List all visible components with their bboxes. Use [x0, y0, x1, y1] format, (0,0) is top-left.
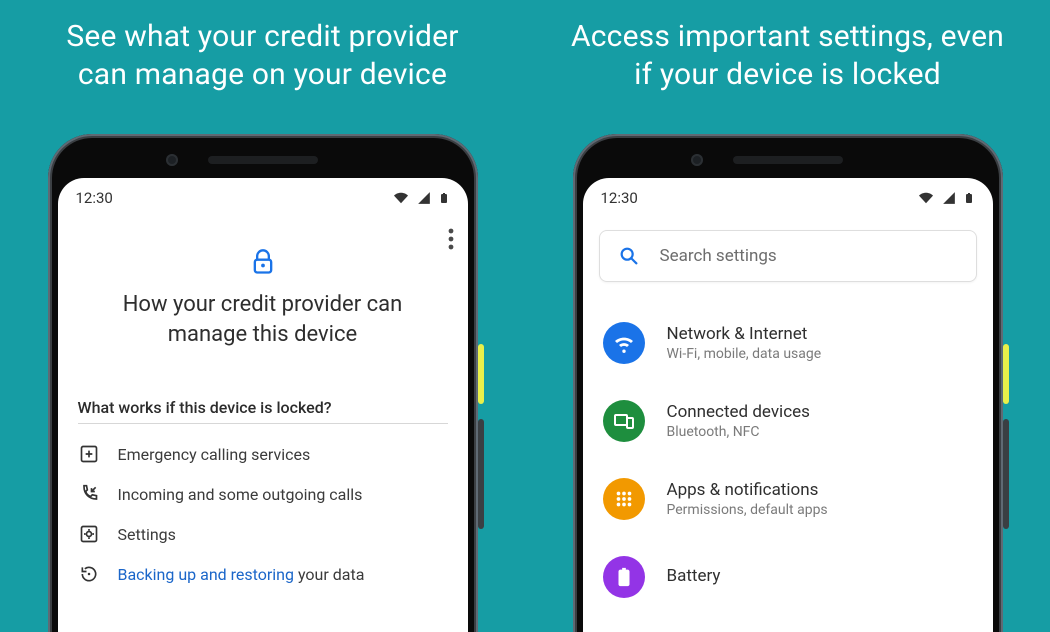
search-icon: [618, 245, 640, 267]
item-title: Battery: [667, 566, 721, 586]
restore-icon: [78, 564, 100, 584]
locked-feature-item: Backing up and restoring your data: [78, 554, 448, 594]
status-time: 12:30: [601, 189, 638, 207]
locked-feature-item: Settings: [78, 514, 448, 554]
headline-right: Access important settings, even if your …: [568, 18, 1008, 94]
page-title: How your credit provider can manage this…: [103, 290, 423, 350]
item-label: Backing up and restoring your data: [118, 565, 365, 584]
item-title: Apps & notifications: [667, 480, 828, 500]
status-time: 12:30: [76, 189, 113, 207]
lock-icon: [249, 246, 277, 278]
battery-status-icon: [963, 189, 975, 207]
item-subtitle: Bluetooth, NFC: [667, 424, 810, 440]
headline-left: See what your credit provider can manage…: [43, 18, 483, 94]
settings-item-apps[interactable]: Apps & notifications Permissions, defaul…: [599, 460, 977, 538]
item-label: Incoming and some outgoing calls: [118, 485, 363, 504]
phone-frame-left: 12:30 How your credit pr: [48, 134, 478, 632]
phone-frame-right: 12:30 Search settings: [573, 134, 1003, 632]
status-bar: 12:30: [583, 178, 993, 218]
search-placeholder: Search settings: [660, 246, 777, 266]
hospital-icon: [78, 444, 100, 464]
item-title: Connected devices: [667, 402, 810, 422]
wifi-status-icon: [392, 191, 410, 205]
more-options-button[interactable]: [448, 228, 454, 254]
battery-icon: [603, 556, 645, 598]
wifi-status-icon: [917, 191, 935, 205]
locked-feature-item: Incoming and some outgoing calls: [78, 474, 448, 514]
settings-item-network[interactable]: Network & Internet Wi-Fi, mobile, data u…: [599, 304, 977, 382]
apps-icon: [603, 478, 645, 520]
more-vert-icon: [448, 228, 454, 250]
wifi-icon: [603, 322, 645, 364]
cell-signal-icon: [941, 191, 957, 205]
settings-item-connected[interactable]: Connected devices Bluetooth, NFC: [599, 382, 977, 460]
devices-icon: [603, 400, 645, 442]
locked-feature-item: Emergency calling services: [78, 434, 448, 474]
item-label: Emergency calling services: [118, 445, 311, 464]
item-label: Settings: [118, 525, 176, 544]
status-bar: 12:30: [58, 178, 468, 218]
backup-link[interactable]: Backing up and restoring: [118, 565, 295, 584]
promo-panel-right: Access important settings, even if your …: [525, 0, 1050, 632]
settings-item-battery[interactable]: Battery: [599, 538, 977, 616]
search-settings-input[interactable]: Search settings: [599, 230, 977, 282]
gear-icon: [78, 524, 100, 544]
cell-signal-icon: [416, 191, 432, 205]
item-subtitle: Wi-Fi, mobile, data usage: [667, 346, 822, 362]
battery-status-icon: [438, 189, 450, 207]
phone-incoming-icon: [78, 484, 100, 504]
section-header: What works if this device is locked?: [78, 398, 448, 424]
promo-panel-left: See what your credit provider can manage…: [0, 0, 525, 632]
item-title: Network & Internet: [667, 324, 822, 344]
item-subtitle: Permissions, default apps: [667, 502, 828, 518]
